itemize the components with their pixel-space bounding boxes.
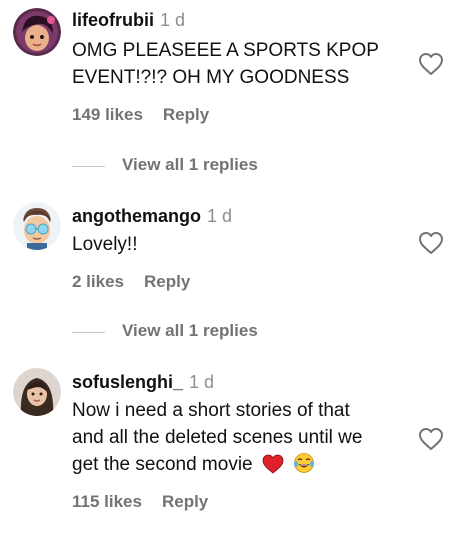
comment-text-line-with-emoji: get the second movie [72, 451, 362, 478]
comment-header: lifeofrubii 1 d [72, 10, 185, 31]
like-heart-icon[interactable] [418, 231, 444, 255]
like-heart-icon[interactable] [418, 427, 444, 451]
view-replies-button[interactable]: View all 1 replies [72, 155, 372, 177]
likes-count[interactable]: 2 likes [72, 272, 124, 291]
comment-text: Now i need a short stories of that and a… [72, 397, 362, 478]
view-replies-label: View all 1 replies [122, 155, 258, 174]
avatar-image [13, 368, 61, 416]
timestamp: 1 d [207, 206, 233, 226]
username[interactable]: angothemango [72, 206, 201, 226]
avatar[interactable] [13, 8, 61, 56]
comment-text-line: EVENT!?!? OH MY GOODNESS [72, 67, 350, 88]
username[interactable]: lifeofrubii [72, 10, 154, 30]
view-replies-button[interactable]: View all 1 replies [72, 321, 372, 343]
like-heart-icon[interactable] [418, 52, 444, 76]
username[interactable]: sofuslenghi_ [72, 372, 183, 392]
avatar[interactable] [13, 368, 61, 416]
divider-line [72, 332, 105, 333]
avatar-image [13, 8, 61, 56]
comment-actions: 115 likes Reply [72, 492, 208, 512]
comment-text-line: get the second movie [72, 454, 253, 475]
comment-actions: 2 likes Reply [72, 272, 190, 292]
avatar[interactable] [13, 202, 61, 250]
reply-button[interactable]: Reply [163, 105, 209, 124]
comment-text: OMG PLEASEEE A SPORTS KPOP EVENT!?!? OH … [72, 37, 379, 91]
timestamp: 1 d [189, 372, 215, 392]
tears-of-joy-emoji [294, 453, 315, 473]
comment-header: sofuslenghi_ 1 d [72, 372, 214, 393]
likes-count[interactable]: 149 likes [72, 105, 143, 124]
avatar-image [13, 202, 61, 250]
comment-text-line: and all the deleted scenes until we [72, 427, 363, 448]
likes-count[interactable]: 115 likes [72, 492, 142, 511]
comment-actions: 149 likes Reply [72, 105, 209, 125]
comment-text-line: OMG PLEASEEE A SPORTS KPOP [72, 40, 379, 61]
reply-button[interactable]: Reply [162, 492, 208, 511]
comment-text-line: Now i need a short stories of that [72, 400, 350, 421]
divider-line [72, 166, 105, 167]
reply-button[interactable]: Reply [144, 272, 190, 291]
comment-item: lifeofrubii 1 d OMG PLEASEEE A SPORTS KPO… [0, 0, 470, 174]
view-replies-label: View all 1 replies [122, 321, 258, 340]
timestamp: 1 d [160, 10, 186, 30]
comment-item: sofuslenghi_ 1 d Now i need a short stori… [0, 366, 470, 536]
comment-text: Lovely!! [72, 231, 137, 258]
comment-header: angothemango 1 d [72, 206, 232, 227]
comment-item: angothemango 1 d Lovely!! 2 likes Reply Vi… [0, 200, 470, 350]
comment-text-line: Lovely!! [72, 234, 138, 255]
red-heart-emoji [262, 454, 284, 474]
